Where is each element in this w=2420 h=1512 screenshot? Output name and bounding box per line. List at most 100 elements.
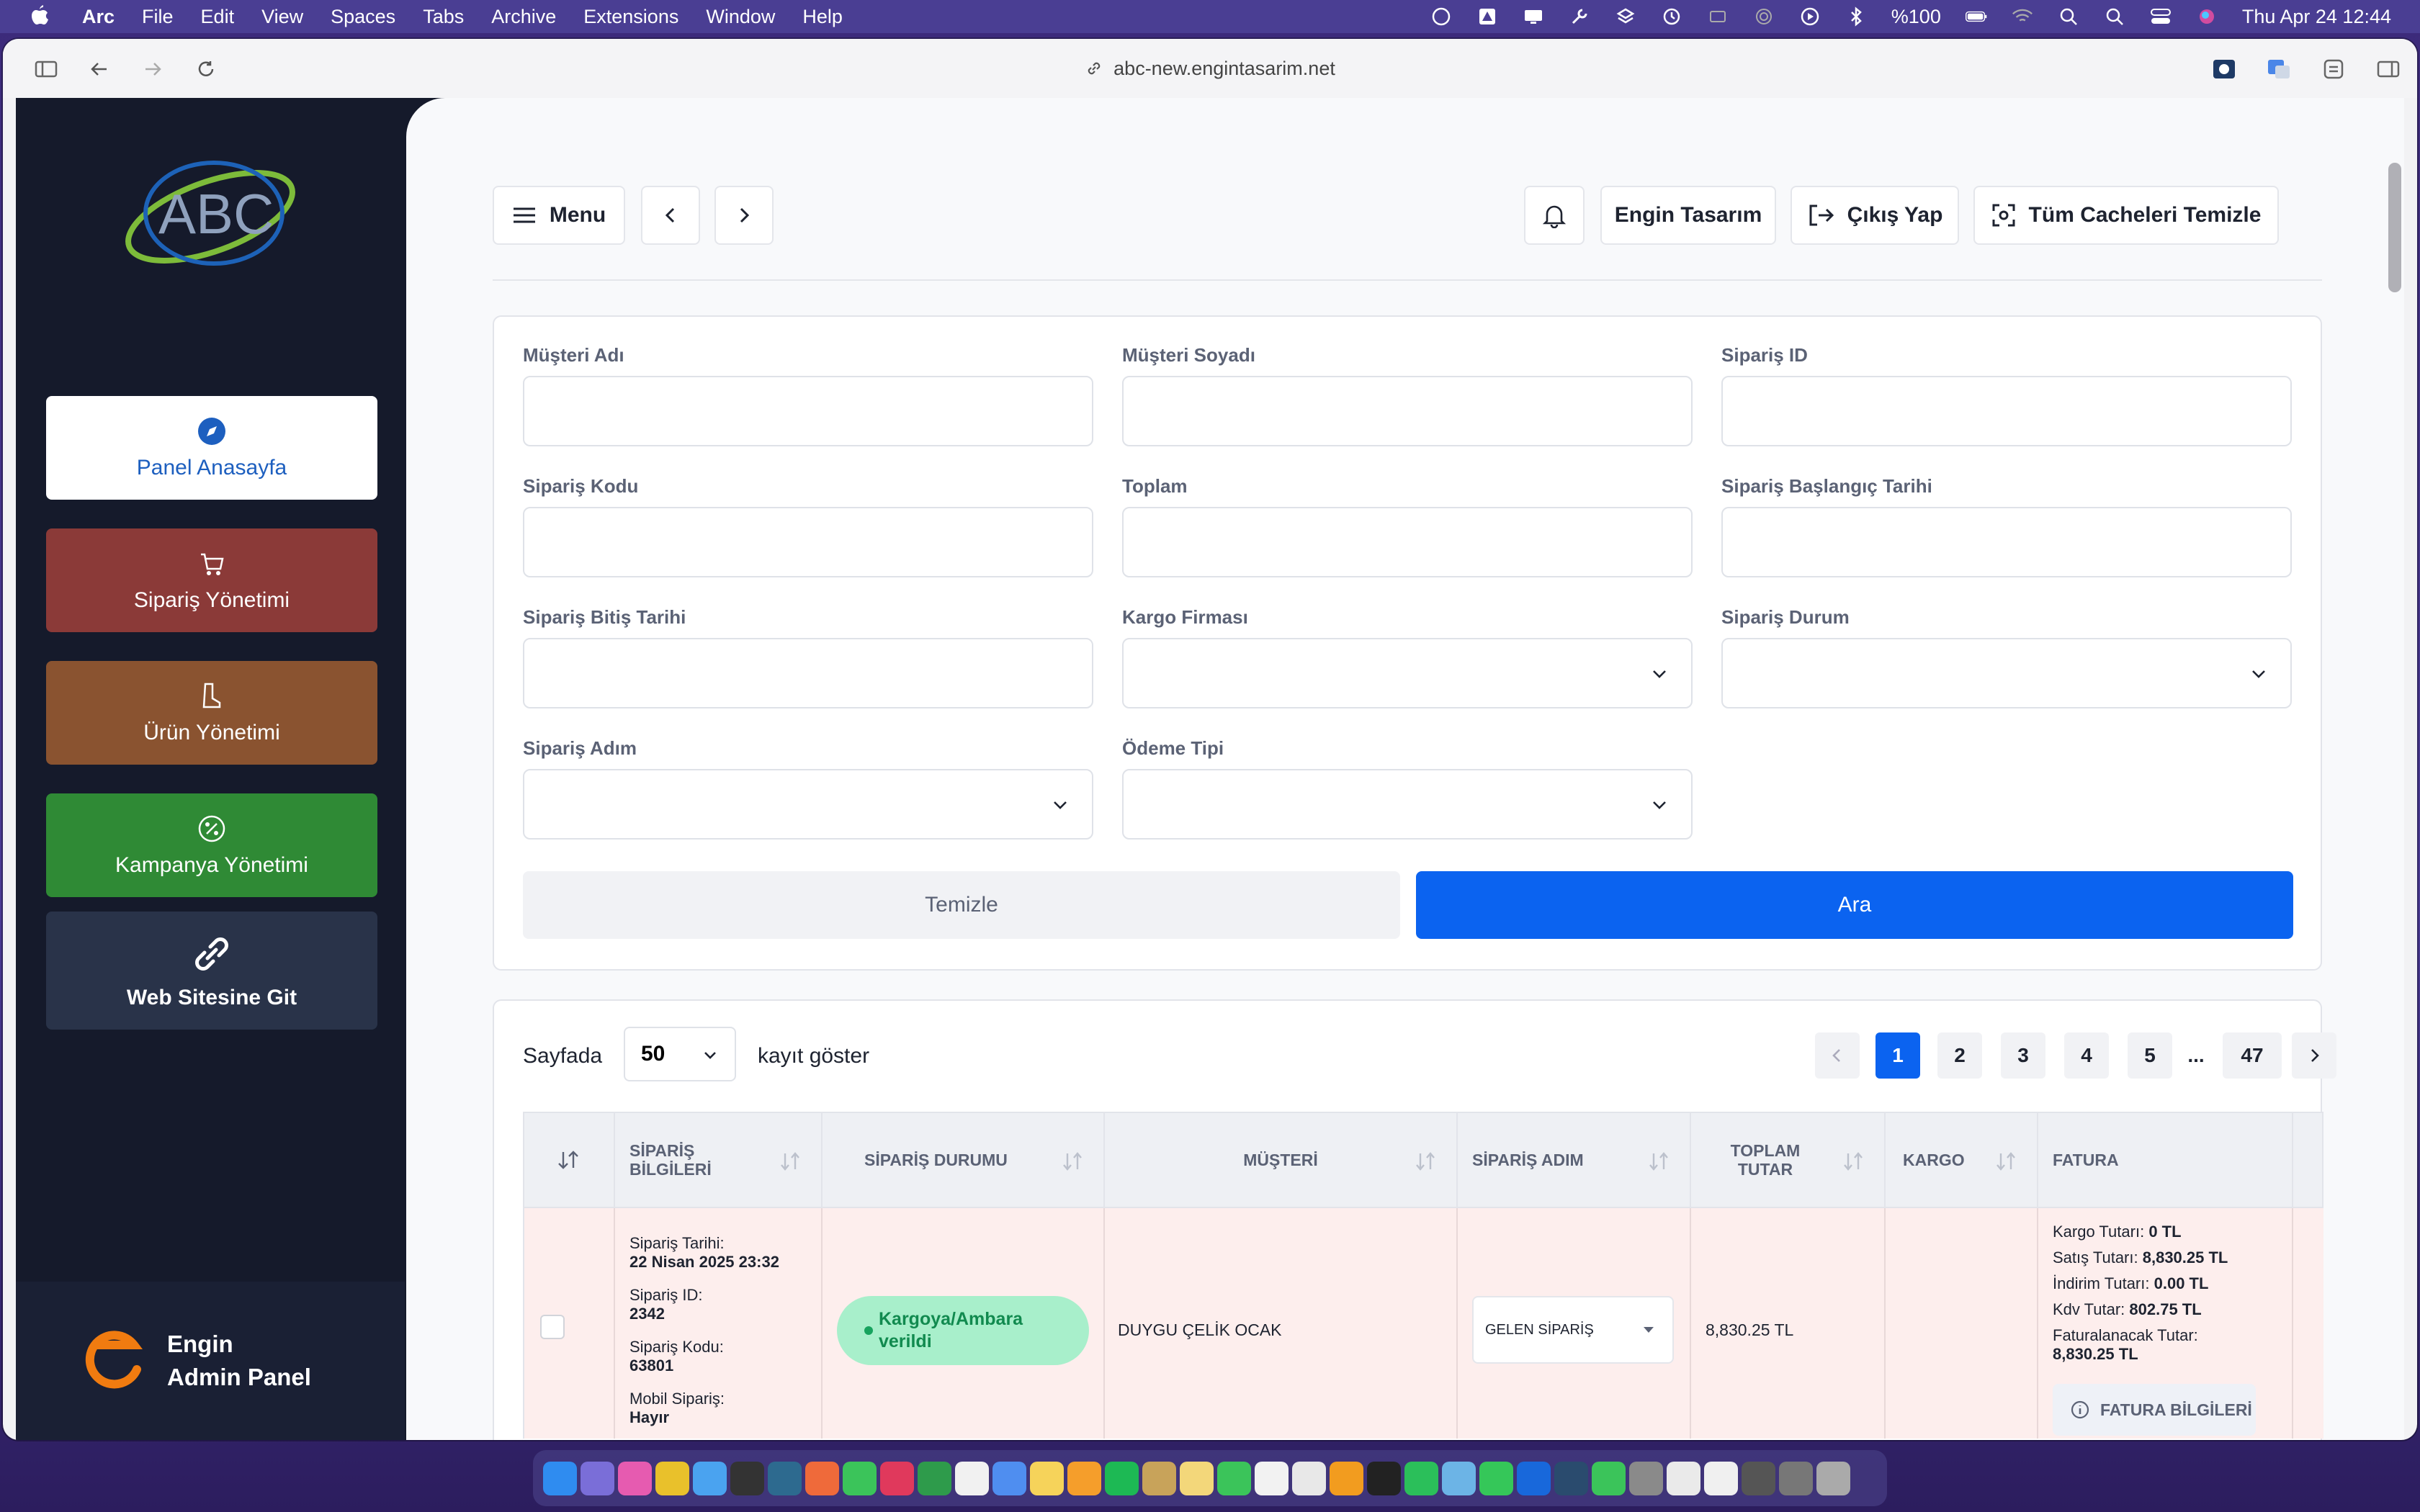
sort-icon[interactable] [556,1149,582,1171]
kargo-firmasi-select[interactable] [1122,638,1693,708]
chatgpt-dock-icon[interactable] [730,1461,764,1495]
pagination-prev[interactable] [1815,1032,1860,1079]
chrome-icon[interactable] [655,1461,689,1495]
layers-icon[interactable] [1615,6,1636,27]
column-toplam-tutar[interactable]: TOPLAM TUTAR [1691,1113,1886,1207]
maps-icon[interactable] [992,1461,1026,1495]
column-siparis-adim[interactable]: SİPARİŞ ADIM [1458,1113,1691,1207]
clear-cache-button[interactable]: Tüm Cacheleri Temizle [1973,186,2279,245]
page-size-select[interactable]: 50 [624,1027,736,1081]
app-icon[interactable] [1479,1461,1513,1495]
app-icon[interactable] [1779,1461,1813,1495]
spotify-icon[interactable] [1105,1461,1139,1495]
play-icon[interactable] [1799,6,1821,27]
menu-tabs[interactable]: Tabs [423,6,464,28]
display-icon[interactable] [1523,6,1544,27]
trello-icon[interactable] [1517,1461,1551,1495]
bluetooth-icon[interactable] [1845,6,1867,27]
siparis-id-input[interactable] [1721,376,2292,446]
calendar-icon[interactable] [1255,1461,1289,1495]
apple-icon[interactable] [29,4,50,29]
airdrop-icon[interactable] [1753,6,1775,27]
menu-file[interactable]: File [142,6,174,28]
launchpad-icon[interactable] [581,1461,614,1495]
app-icon[interactable] [1442,1461,1476,1495]
sort-icon[interactable] [1415,1151,1438,1172]
menu-app-name[interactable]: Arc [82,6,115,28]
dia-icon[interactable] [1292,1461,1326,1495]
notes-icon[interactable] [1030,1461,1064,1495]
column-siparis-bilgileri[interactable]: SİPARİŞ BİLGİLERİ [615,1113,823,1207]
split-view-icon[interactable] [2374,55,2403,84]
battery-icon[interactable] [1965,6,1987,27]
sort-icon[interactable] [779,1151,802,1172]
chatgpt-icon[interactable] [1430,6,1452,27]
sort-icon[interactable] [1648,1151,1671,1172]
menu-extensions[interactable]: Extensions [583,6,678,28]
app-icon[interactable] [1367,1461,1401,1495]
baslangic-tarihi-input[interactable] [1721,507,2292,577]
menu-spaces[interactable]: Spaces [331,6,395,28]
fatura-bilgileri-button[interactable]: FATURA BİLGİLERİ [2053,1384,2256,1436]
url-text[interactable]: abc-new.engintasarim.net [1113,58,1335,80]
pagination-page-3[interactable]: 3 [2001,1032,2045,1079]
whatsapp-icon[interactable] [843,1461,877,1495]
tools-icon[interactable] [1569,6,1590,27]
pagination-page-4[interactable]: 4 [2064,1032,2109,1079]
sidebar-item-web-sitesine-git[interactable]: Web Sitesine Git [46,912,377,1030]
arc-icon[interactable] [618,1461,652,1495]
app-icon[interactable] [1142,1461,1176,1495]
user-button[interactable]: Engin Tasarım [1600,186,1776,245]
menu-archive[interactable]: Archive [491,6,556,28]
time-machine-icon[interactable] [1661,6,1682,27]
musteri-soyadi-input[interactable] [1122,376,1693,446]
translate-icon[interactable] [2264,55,2293,84]
logout-button[interactable]: Çıkış Yap [1791,186,1959,245]
sort-icon[interactable] [1995,1151,2018,1172]
select-all-column[interactable] [524,1113,615,1207]
pagination-page-2[interactable]: 2 [1937,1032,1982,1079]
slack-icon[interactable] [880,1461,914,1495]
control-center-icon[interactable] [2150,6,2172,27]
mail-icon[interactable] [693,1461,727,1495]
app-icon[interactable] [768,1461,802,1495]
clock[interactable]: Thu Apr 24 12:44 [2242,6,2391,27]
address-bar[interactable]: abc-new.engintasarim.net [3,39,2417,98]
sidebar-item-kampanya-yonetimi[interactable]: Kampanya Yönetimi [46,793,377,897]
app-icon[interactable] [1404,1461,1438,1495]
row-checkbox[interactable] [540,1315,565,1339]
spotlight-icon[interactable] [2058,6,2079,27]
order-step-select[interactable]: GELEN SİPARİŞ [1472,1296,1674,1364]
reader-icon[interactable] [2319,55,2348,84]
menu-button[interactable]: Menu [493,186,625,245]
customer-name[interactable]: DUYGU ÇELİK OCAK [1118,1320,1282,1339]
notifications-button[interactable] [1524,186,1585,245]
siparis-adim-select[interactable] [523,769,1093,840]
sidebar-item-panel-anasayfa[interactable]: Panel Anasayfa [46,396,377,500]
claude-icon[interactable] [805,1461,839,1495]
window-icon[interactable] [1707,6,1729,27]
pagination-page-1[interactable]: 1 [1876,1032,1920,1079]
pagination-next[interactable] [2292,1032,2336,1079]
toplam-input[interactable] [1122,507,1693,577]
sidebar-item-siparis-yonetimi[interactable]: Sipariş Yönetimi [46,528,377,632]
sort-icon[interactable] [1842,1151,1865,1172]
pagination-page-5[interactable]: 5 [2128,1032,2172,1079]
odeme-tipi-select[interactable] [1122,769,1693,840]
finder-icon[interactable] [543,1461,577,1495]
column-kargo[interactable]: KARGO [1886,1113,2038,1207]
menu-window[interactable]: Window [706,6,775,28]
column-siparis-durumu[interactable]: SİPARİŞ DURUMU [823,1113,1105,1207]
stickies-icon[interactable] [1180,1461,1214,1495]
bitis-tarihi-input[interactable] [523,638,1093,708]
photos-icon[interactable] [1067,1461,1101,1495]
preview-icon[interactable] [1667,1461,1700,1495]
settings-icon[interactable] [1629,1461,1663,1495]
pagination-page-47[interactable]: 47 [2223,1032,2282,1079]
musteri-adi-input[interactable] [523,376,1093,446]
siparis-kodu-input[interactable] [523,507,1093,577]
page-scrollbar[interactable] [2388,163,2401,292]
search-button[interactable]: Ara [1416,871,2293,939]
sort-icon[interactable] [1062,1151,1085,1172]
messages-icon[interactable] [1217,1461,1251,1495]
